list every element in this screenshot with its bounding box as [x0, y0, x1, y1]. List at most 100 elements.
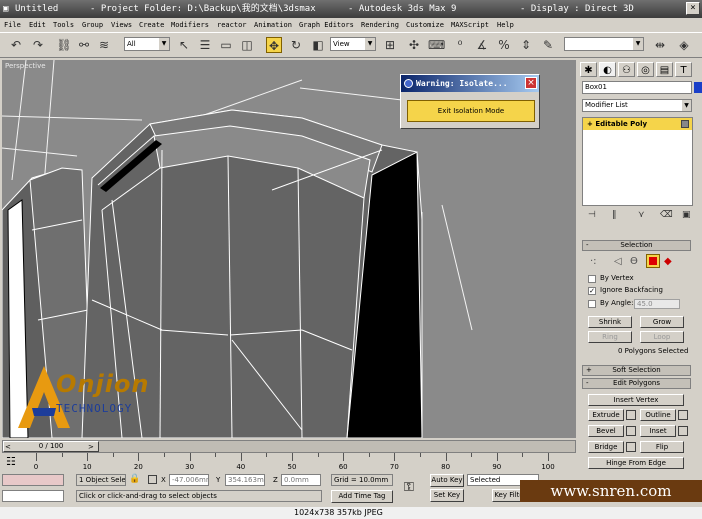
element-mode-icon[interactable]: ◆ — [664, 256, 672, 267]
select-and-rotate-icon[interactable]: ↻ — [288, 37, 304, 53]
snap-toggle-icon[interactable]: ⁰ — [452, 37, 468, 53]
time-slider-thumb[interactable]: < 0 / 100 > — [3, 441, 99, 452]
create-tab-icon[interactable]: ✱ — [580, 62, 597, 77]
select-and-link-icon[interactable]: ⛓ — [56, 37, 72, 53]
lock-selection-icon[interactable]: 🔒 — [129, 474, 140, 484]
x-coordinate-field[interactable]: -47.006mm — [169, 474, 209, 486]
chevron-right-icon[interactable]: > — [88, 443, 94, 452]
warning-title-bar[interactable]: Warning: Isolate... — [401, 75, 539, 92]
key-icon[interactable]: ⚿ — [404, 480, 414, 495]
close-window-icon[interactable]: × — [686, 2, 700, 15]
menu-tools[interactable]: Tools — [53, 18, 74, 32]
percent-snap-icon[interactable]: % — [496, 37, 512, 53]
polygon-mode-icon[interactable] — [646, 254, 660, 268]
motion-tab-icon[interactable]: ◎ — [637, 62, 654, 77]
chevron-left-icon[interactable]: < — [5, 443, 11, 452]
mirror-icon[interactable]: ⇹ — [652, 37, 668, 53]
track-bar[interactable]: ☷ 0 10 20 30 40 50 60 70 80 90 100 — [0, 453, 578, 472]
window-crossing-icon[interactable]: ◫ — [239, 37, 255, 53]
menu-modifiers[interactable]: Modifiers — [171, 18, 209, 32]
align-icon[interactable]: ◈ — [676, 37, 692, 53]
extrude-button[interactable]: Extrude — [588, 409, 624, 421]
by-vertex-checkbox[interactable] — [588, 275, 596, 283]
flip-button[interactable]: Flip — [640, 441, 684, 453]
angle-snap-icon[interactable]: ∡ — [474, 37, 490, 53]
pin-stack-icon[interactable]: ⊣ — [588, 210, 596, 220]
bind-to-space-warp-icon[interactable]: ≋ — [96, 37, 112, 53]
undo-icon[interactable]: ↶ — [8, 37, 24, 53]
y-coordinate-field[interactable]: 354.163mm — [225, 474, 265, 486]
outline-settings-icon[interactable] — [678, 410, 688, 420]
named-selection-sets-dropdown[interactable]: ▼ — [564, 37, 644, 51]
absolute-mode-icon[interactable] — [148, 475, 157, 484]
menu-help[interactable]: Help — [497, 18, 514, 32]
spinner-snap-icon[interactable]: ⇕ — [518, 37, 534, 53]
set-key-button[interactable]: Set Key — [430, 489, 464, 502]
bevel-button[interactable]: Bevel — [588, 425, 624, 437]
hierarchy-tab-icon[interactable]: ⚇ — [618, 62, 635, 77]
object-color-swatch[interactable] — [694, 82, 702, 93]
select-object-icon[interactable]: ↖ — [176, 37, 192, 53]
modify-tab-icon[interactable]: ◐ — [599, 62, 616, 77]
bridge-settings-icon[interactable] — [626, 442, 636, 452]
stack-item-toggle[interactable] — [681, 120, 689, 128]
auto-key-button[interactable]: Auto Key — [430, 474, 464, 487]
ignore-backfacing-checkbox[interactable]: ✓ — [588, 287, 596, 295]
shrink-button[interactable]: Shrink — [588, 316, 632, 328]
rectangular-selection-icon[interactable]: ▭ — [218, 37, 234, 53]
display-tab-icon[interactable]: ▤ — [656, 62, 673, 77]
select-by-name-icon[interactable]: ☰ — [197, 37, 213, 53]
menu-views[interactable]: Views — [111, 18, 132, 32]
selection-filter-dropdown[interactable]: All ▼ — [124, 37, 170, 51]
maxscript-listener-field[interactable] — [2, 474, 64, 486]
redo-icon[interactable]: ↷ — [30, 37, 46, 53]
make-unique-icon[interactable]: ⋎ — [638, 210, 645, 220]
outline-button[interactable]: Outline — [640, 409, 676, 421]
edge-mode-icon[interactable]: ◁ — [614, 256, 622, 267]
menu-graph-editors[interactable]: Graph Editors — [299, 18, 354, 32]
unlink-icon[interactable]: ⚯ — [76, 37, 92, 53]
named-selection-icon[interactable]: ✎ — [540, 37, 556, 53]
hinge-from-edge-button[interactable]: Hinge From Edge — [588, 457, 684, 469]
reference-coordinate-dropdown[interactable]: View ▼ — [330, 37, 376, 51]
show-end-result-icon[interactable]: ‖ — [612, 210, 617, 220]
menu-edit[interactable]: Edit — [29, 18, 46, 32]
extrude-settings-icon[interactable] — [626, 410, 636, 420]
select-and-move-icon[interactable]: ✥ — [266, 37, 282, 53]
by-angle-checkbox[interactable] — [588, 300, 596, 308]
selection-rollout-header[interactable]: - Selection — [582, 240, 691, 251]
menu-customize[interactable]: Customize — [406, 18, 444, 32]
keyboard-shortcut-icon[interactable]: ⌨ — [428, 37, 445, 53]
select-and-scale-icon[interactable]: ◧ — [310, 37, 326, 53]
by-angle-spinner[interactable]: 45.0 — [634, 299, 680, 309]
stack-item-editable-poly[interactable]: + Editable Poly — [583, 118, 692, 130]
viewport-label[interactable]: Perspective — [5, 62, 46, 70]
menu-reactor[interactable]: reactor — [217, 18, 247, 32]
bevel-settings-icon[interactable] — [626, 426, 636, 436]
bridge-button[interactable]: Bridge — [588, 441, 624, 453]
menu-group[interactable]: Group — [82, 18, 103, 32]
menu-animation[interactable]: Animation — [254, 18, 292, 32]
menu-rendering[interactable]: Rendering — [361, 18, 399, 32]
modifier-list-dropdown[interactable]: Modifier List ▼ — [582, 99, 692, 112]
soft-selection-rollout-header[interactable]: + Soft Selection — [582, 365, 691, 376]
ring-button[interactable]: Ring — [588, 331, 632, 343]
menu-file[interactable]: File — [4, 18, 21, 32]
vertex-mode-icon[interactable]: ·: — [590, 256, 597, 267]
edit-polygons-rollout-header[interactable]: - Edit Polygons — [582, 378, 691, 389]
inset-settings-icon[interactable] — [678, 426, 688, 436]
time-slider[interactable]: < 0 / 100 > — [2, 440, 576, 453]
add-time-tag-button[interactable]: Add Time Tag — [331, 490, 393, 503]
menu-maxscript[interactable]: MAXScript — [451, 18, 489, 32]
remove-modifier-icon[interactable]: ⌫ — [660, 210, 673, 220]
grow-button[interactable]: Grow — [640, 316, 684, 328]
z-coordinate-field[interactable]: 0.0mm — [281, 474, 321, 486]
border-mode-icon[interactable]: Ѳ — [630, 256, 638, 267]
close-icon[interactable]: × — [525, 77, 537, 89]
pivot-center-icon[interactable]: ⊞ — [382, 37, 398, 53]
insert-vertex-button[interactable]: Insert Vertex — [588, 394, 684, 406]
exit-isolation-button[interactable]: Exit Isolation Mode — [407, 100, 535, 122]
mini-curve-editor-icon[interactable]: ☷ — [6, 455, 16, 468]
maxscript-output-field[interactable] — [2, 490, 64, 502]
select-and-manipulate-icon[interactable]: ✣ — [406, 37, 422, 53]
